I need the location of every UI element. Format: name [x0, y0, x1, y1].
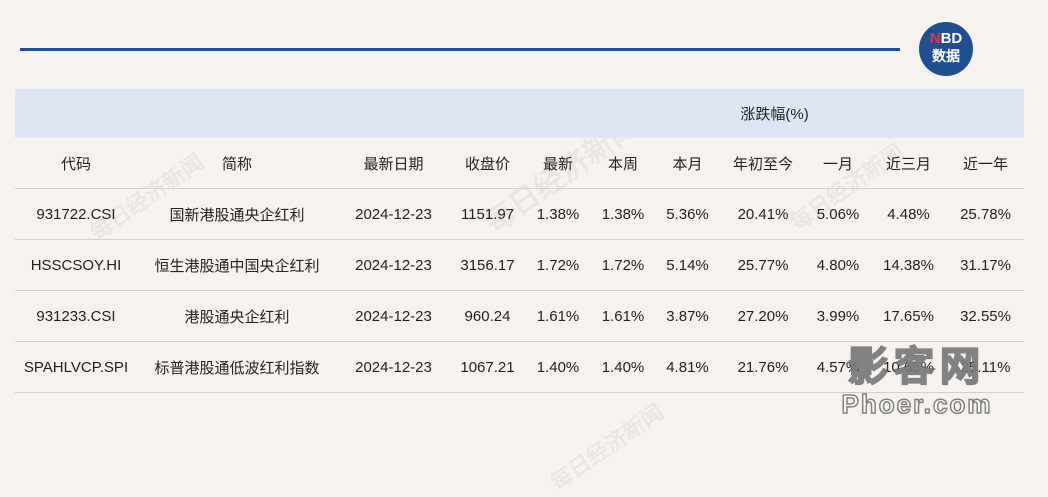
table-cell: 3.99% — [806, 290, 870, 342]
table-cell: 14.38% — [870, 239, 947, 291]
table-cell: 4.48% — [870, 188, 947, 240]
table-cell: 5.36% — [655, 188, 720, 240]
column-header: 最新日期 — [337, 138, 450, 189]
table-row: 931722.CSI 国新港股通央企红利 2024-12-23 1151.97 … — [15, 188, 1025, 240]
index-returns-table: 涨跌幅(%) 代码 简称 最新日期 收盘价 最新 本周 本月 年初至今 一月 近… — [15, 89, 1025, 393]
table-cell: 25.78% — [947, 188, 1025, 240]
table-cell: 20.41% — [720, 188, 806, 240]
table-cell: 1067.21 — [450, 341, 525, 393]
column-header: 本月 — [655, 138, 720, 189]
table-cell: 1.40% — [591, 341, 655, 393]
table-cell: HSSCSOY.HI — [15, 239, 137, 291]
table-cell: 标普港股通低波红利指数 — [137, 341, 337, 393]
table-cell: 港股通央企红利 — [137, 290, 337, 342]
table-cell: 1.72% — [525, 239, 591, 291]
nbd-data-logo: NBD 数据 — [919, 22, 973, 76]
table-cell: 17.65% — [870, 290, 947, 342]
column-header: 本周 — [591, 138, 655, 189]
group-header-spacer — [15, 89, 525, 138]
group-header-row: 涨跌幅(%) — [15, 89, 1025, 138]
table-cell: 25.11% — [947, 341, 1025, 393]
column-header: 收盘价 — [450, 138, 525, 189]
table-cell: 2024-12-23 — [337, 341, 450, 393]
table-cell: 10.65% — [870, 341, 947, 393]
column-header: 简称 — [137, 138, 337, 189]
table-cell: 2024-12-23 — [337, 188, 450, 240]
table-cell: 31.17% — [947, 239, 1025, 291]
table-cell: 931233.CSI — [15, 290, 137, 342]
header-rule — [20, 48, 900, 51]
table-cell: 3.87% — [655, 290, 720, 342]
column-header: 一月 — [806, 138, 870, 189]
table-cell: 1151.97 — [450, 188, 525, 240]
column-header: 年初至今 — [720, 138, 806, 189]
table-cell: 5.14% — [655, 239, 720, 291]
logo-line2: 数据 — [932, 48, 960, 64]
table-cell: 国新港股通央企红利 — [137, 188, 337, 240]
table-cell: 2024-12-23 — [337, 239, 450, 291]
table-cell: 960.24 — [450, 290, 525, 342]
table-cell: 931722.CSI — [15, 188, 137, 240]
table-row: HSSCSOY.HI 恒生港股通中国央企红利 2024-12-23 3156.1… — [15, 239, 1025, 291]
table-cell: 27.20% — [720, 290, 806, 342]
table-cell: 3156.17 — [450, 239, 525, 291]
column-header-row: 代码 简称 最新日期 收盘价 最新 本周 本月 年初至今 一月 近三月 近一年 — [15, 138, 1025, 189]
column-header: 近三月 — [870, 138, 947, 189]
table-cell: 21.76% — [720, 341, 806, 393]
group-header-label: 涨跌幅(%) — [525, 89, 1025, 138]
table-cell: 32.55% — [947, 290, 1025, 342]
table-cell: 4.81% — [655, 341, 720, 393]
table-cell: 4.57% — [806, 341, 870, 393]
table-cell: 1.72% — [591, 239, 655, 291]
column-header: 代码 — [15, 138, 137, 189]
table-cell: 1.40% — [525, 341, 591, 393]
site-watermark-en: Phoer.com — [841, 388, 993, 420]
table-cell: 1.38% — [591, 188, 655, 240]
table-cell: 1.61% — [525, 290, 591, 342]
table-cell: 25.77% — [720, 239, 806, 291]
table-row: 931233.CSI 港股通央企红利 2024-12-23 960.24 1.6… — [15, 290, 1025, 342]
watermark-text: 每日经济新闻 — [545, 399, 669, 497]
logo-line1: NBD — [929, 30, 963, 47]
column-header: 最新 — [525, 138, 591, 189]
table-cell: SPAHLVCP.SPI — [15, 341, 137, 393]
table-cell: 恒生港股通中国央企红利 — [137, 239, 337, 291]
table-cell: 5.06% — [806, 188, 870, 240]
table-cell: 2024-12-23 — [337, 290, 450, 342]
table-cell: 4.80% — [806, 239, 870, 291]
table-cell: 1.61% — [591, 290, 655, 342]
table-row: SPAHLVCP.SPI 标普港股通低波红利指数 2024-12-23 1067… — [15, 341, 1025, 393]
table-cell: 1.38% — [525, 188, 591, 240]
column-header: 近一年 — [947, 138, 1025, 189]
